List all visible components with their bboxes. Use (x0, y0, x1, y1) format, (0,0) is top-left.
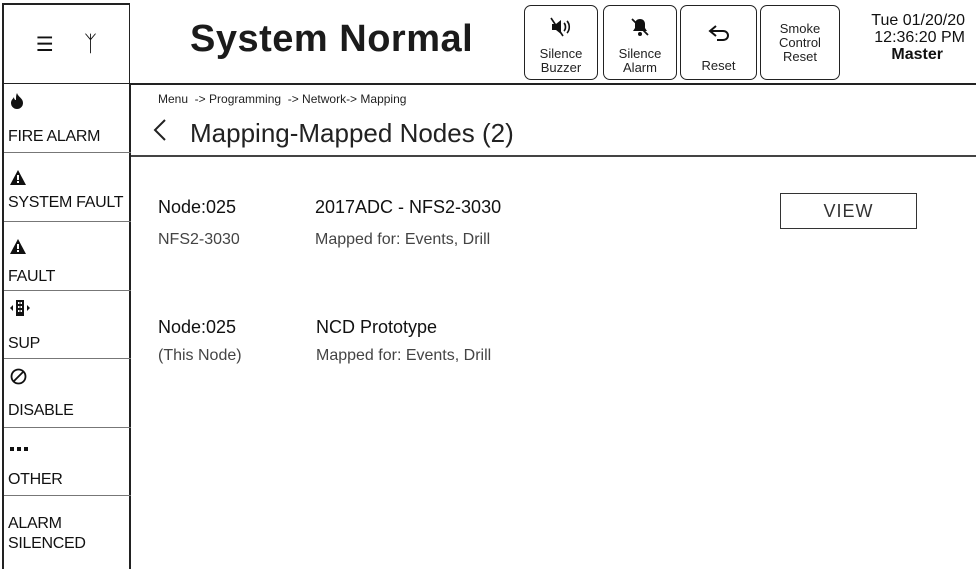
bell-mute-icon (630, 6, 650, 47)
node-name: 2017ADC - NFS2-3030 (315, 197, 502, 217)
page-title: Mapping-Mapped Nodes (2) (190, 118, 514, 148)
sidebar-item-label: SILENCED (8, 535, 86, 552)
back-chevron-icon[interactable] (152, 118, 168, 149)
node-model: NFS2-3030 (158, 231, 240, 248)
silence-buzzer-label-1: Silence (539, 46, 583, 61)
sidebar-item-label: SUP (8, 335, 40, 352)
smoke-label-3: Reset (783, 48, 817, 64)
sidebar-item-fire-alarm[interactable]: FIRE ALARM (4, 83, 131, 153)
sidebar-item-label: DISABLE (8, 402, 74, 419)
sidebar-item-label: OTHER (8, 471, 63, 488)
sidebar-item-sup[interactable]: SUP (4, 291, 131, 359)
speaker-mute-icon (550, 6, 572, 47)
reset-button[interactable]: Reset (680, 5, 757, 80)
panel-role: Master (891, 46, 943, 63)
sidebar-item-label: SYSTEM FAULT (8, 194, 124, 211)
silence-buzzer-label-2: Buzzer (540, 60, 582, 75)
sidebar-item-fault[interactable]: FAULT (4, 222, 131, 291)
node-name: NCD Prototype (316, 317, 438, 337)
hamburger-menu-icon[interactable]: ☰ (36, 32, 54, 57)
node-id: Node:025 (158, 197, 237, 217)
time-text: 12:36:20 PM (874, 29, 965, 46)
smoke-label-1: Smoke (779, 20, 821, 36)
warning-icon (10, 169, 26, 190)
node-subtitle: (This Node) (158, 347, 242, 364)
more-icon (10, 436, 28, 457)
fire-icon (10, 93, 24, 114)
datetime-display: Tue 01/20/20 12:36:20 PM Master (843, 12, 965, 63)
smoke-label-2: Control (779, 34, 821, 50)
breadcrumb: Menu -> Programming -> Network-> Mapping (158, 92, 407, 106)
sidebar-item-alarm-silenced[interactable]: ALARM SILENCED (4, 496, 131, 569)
content-divider (131, 155, 976, 157)
return-arrow-icon (707, 6, 730, 59)
smoke-control-reset-button[interactable]: Smoke Control Reset (760, 5, 840, 80)
silence-buzzer-button[interactable]: Silence Buzzer (524, 5, 598, 80)
sidebar-item-disable[interactable]: DISABLE (4, 359, 131, 428)
sidebar-item-system-fault[interactable]: SYSTEM FAULT (4, 153, 131, 222)
warning-icon (10, 238, 26, 259)
header-divider (131, 83, 976, 85)
sidebar-item-label: FAULT (8, 268, 56, 285)
silence-alarm-label-2: Alarm (623, 60, 657, 75)
sidebar-item-label: FIRE ALARM (8, 128, 101, 145)
disable-icon (10, 368, 27, 390)
menu-user-box: ☰ ᛉ (2, 3, 130, 84)
user-icon[interactable]: ᛉ (84, 31, 97, 57)
system-status-title: System Normal (190, 18, 474, 60)
sidebar-item-label: ALARM (8, 515, 62, 532)
node-mapping: Mapped for: Events, Drill (316, 347, 492, 364)
supervisory-icon (10, 299, 30, 322)
node-mapping: Mapped for: Events, Drill (315, 231, 491, 248)
date-text: Tue 01/20/20 (871, 12, 965, 29)
sidebar: FIRE ALARM SYSTEM FAULT FAULT SUP DISABL… (2, 83, 131, 569)
reset-label: Reset (701, 58, 736, 73)
silence-alarm-button[interactable]: Silence Alarm (603, 5, 677, 80)
silence-alarm-label-1: Silence (618, 46, 662, 61)
sidebar-item-other[interactable]: OTHER (4, 428, 131, 496)
view-button[interactable]: VIEW (780, 193, 917, 229)
node-id: Node:025 (158, 317, 237, 337)
